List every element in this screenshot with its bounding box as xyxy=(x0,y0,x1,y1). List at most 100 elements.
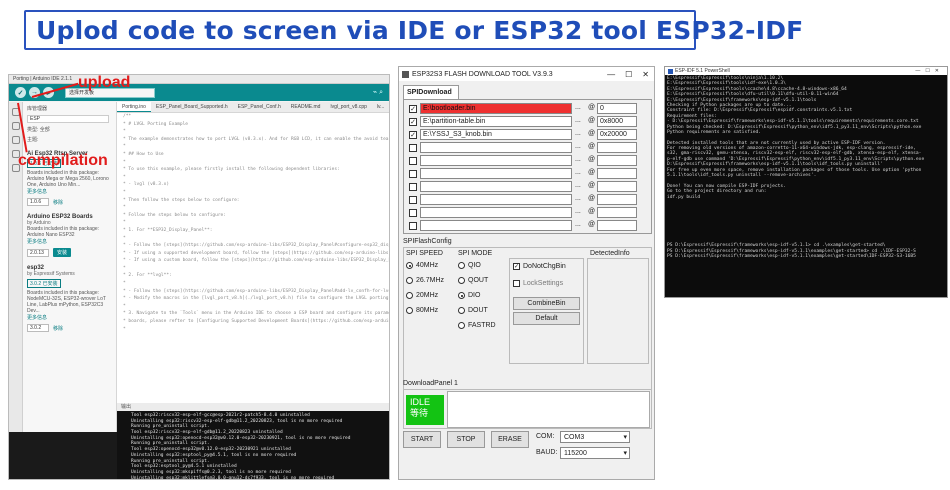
flash-address-input[interactable] xyxy=(597,168,637,179)
spi-mode-radio[interactable]: QIO xyxy=(458,262,481,269)
editor-tab[interactable]: Porting.ino xyxy=(117,102,151,112)
radio-circle[interactable] xyxy=(406,292,413,299)
spi-mode-radio[interactable]: FASTRD xyxy=(458,322,496,329)
file-path-input[interactable] xyxy=(420,168,572,179)
file-path-input[interactable] xyxy=(420,181,572,192)
do-not-chg-bin-checkbox[interactable]: ✓ DoNotChgBin xyxy=(513,263,566,270)
browse-button[interactable]: ... xyxy=(575,104,581,111)
file-enable-checkbox[interactable] xyxy=(409,144,417,152)
minimize-icon[interactable]: — xyxy=(607,70,615,79)
radio-circle[interactable] xyxy=(406,277,413,284)
browse-button[interactable]: ... xyxy=(575,130,581,137)
library-more-info-link[interactable]: 更多信息 xyxy=(27,314,112,321)
library-install-button[interactable]: 安装 xyxy=(53,248,72,257)
default-button[interactable]: Default xyxy=(513,312,580,325)
spi-mode-radio[interactable]: QOUT xyxy=(458,277,488,284)
library-version-select[interactable]: 1.0.6 xyxy=(27,198,49,206)
spi-mode-radio[interactable]: DOUT xyxy=(458,307,488,314)
file-path-input[interactable]: E:\bootloader.bin xyxy=(420,103,572,114)
verify-button[interactable]: ✓ xyxy=(15,87,26,98)
library-remove-button[interactable]: 移除 xyxy=(53,199,63,206)
browse-button[interactable]: ... xyxy=(575,156,581,163)
file-enable-checkbox[interactable] xyxy=(409,196,417,204)
radio-circle[interactable] xyxy=(458,277,465,284)
powershell-output[interactable]: E:\Espressif\Espressif\tools\ninja\1.10.… xyxy=(665,75,947,259)
stop-button[interactable]: STOP xyxy=(447,431,485,448)
spi-speed-radio[interactable]: 80MHz xyxy=(406,307,438,314)
file-enable-checkbox[interactable]: ✓ xyxy=(409,118,417,126)
flash-address-input[interactable]: 0 xyxy=(597,103,637,114)
lock-settings-checkbox[interactable]: LockSettings xyxy=(513,280,563,287)
checkbox-box[interactable] xyxy=(513,280,520,287)
library-manager-icon[interactable] xyxy=(11,136,20,144)
spi-speed-radio[interactable]: 40MHz xyxy=(406,262,438,269)
radio-circle[interactable] xyxy=(458,292,465,299)
library-filter-type[interactable]: 类型: 全部 xyxy=(27,126,112,133)
maximize-icon[interactable]: ☐ xyxy=(625,70,632,79)
file-enable-checkbox[interactable]: ✓ xyxy=(409,105,417,113)
file-path-input[interactable]: E:\partition-table.bin xyxy=(420,116,572,127)
combine-bin-button[interactable]: CombineBin xyxy=(513,297,580,310)
file-enable-checkbox[interactable]: ✓ xyxy=(409,131,417,139)
flash-address-input[interactable]: 0x8000 xyxy=(597,116,637,127)
radio-circle[interactable] xyxy=(458,322,465,329)
serial-monitor-icon[interactable]: ⌁ ⌕ xyxy=(373,88,383,97)
browse-button[interactable]: ... xyxy=(575,143,581,150)
file-path-input[interactable] xyxy=(420,142,572,153)
com-port-select[interactable]: COM3 xyxy=(560,431,630,443)
library-more-info-link[interactable]: 更多信息 xyxy=(27,238,112,245)
file-enable-checkbox[interactable] xyxy=(409,157,417,165)
editor-tab[interactable]: lvgl_port_v8.cpp xyxy=(325,102,371,112)
code-editor[interactable]: /** * # LVGL Porting Example * * The exa… xyxy=(117,113,389,403)
file-path-input[interactable] xyxy=(420,155,572,166)
flash-address-input[interactable]: 0x20000 xyxy=(597,129,637,140)
file-enable-checkbox[interactable] xyxy=(409,209,417,217)
spi-speed-radio[interactable]: 26.7MHz xyxy=(406,277,444,284)
file-enable-checkbox[interactable] xyxy=(409,183,417,191)
erase-button[interactable]: ERASE xyxy=(491,431,529,448)
browse-button[interactable]: ... xyxy=(575,221,581,228)
code-line: * The example demonstrates how to port L… xyxy=(123,136,389,142)
browse-button[interactable]: ... xyxy=(575,182,581,189)
browse-button[interactable]: ... xyxy=(575,208,581,215)
library-description: Boards included in this package: NodeMCU… xyxy=(27,290,106,314)
editor-tab[interactable]: ESP_Panel_Conf.h xyxy=(233,102,286,112)
baud-rate-select[interactable]: 115200 xyxy=(560,447,630,459)
close-icon[interactable]: ✕ xyxy=(642,70,649,79)
editor-tab[interactable]: README.md xyxy=(286,102,326,112)
flash-address-input[interactable] xyxy=(597,181,637,192)
radio-circle[interactable] xyxy=(458,307,465,314)
browse-button[interactable]: ... xyxy=(575,169,581,176)
flash-address-input[interactable] xyxy=(597,220,637,231)
radio-circle[interactable] xyxy=(406,307,413,314)
tab-spidownload[interactable]: SPIDownload xyxy=(403,85,459,99)
flash-address-input[interactable] xyxy=(597,194,637,205)
editor-tab[interactable]: lv... xyxy=(372,102,389,112)
library-version-select[interactable]: 2.0.13 xyxy=(27,248,49,257)
radio-circle[interactable] xyxy=(406,262,413,269)
checkbox-box[interactable]: ✓ xyxy=(513,263,520,270)
start-button[interactable]: START xyxy=(403,431,441,448)
library-search-input[interactable]: ESP xyxy=(27,115,109,123)
browse-button[interactable]: ... xyxy=(575,117,581,124)
boards-manager-icon[interactable] xyxy=(11,122,20,130)
window-controls[interactable]: —☐✕ xyxy=(915,68,947,74)
spi-speed-radio[interactable]: 20MHz xyxy=(406,292,438,299)
file-path-input[interactable]: E:\YSSJ_S3_knob.bin xyxy=(420,129,572,140)
radio-circle[interactable] xyxy=(458,262,465,269)
editor-tab[interactable]: ESP_Panel_Board_Supported.h xyxy=(151,102,233,112)
flash-address-input[interactable] xyxy=(597,155,637,166)
library-version-select[interactable]: 3.0.2 xyxy=(27,324,49,332)
library-remove-button[interactable]: 移除 xyxy=(53,325,63,332)
spi-mode-radio[interactable]: DIO xyxy=(458,292,480,299)
file-enable-checkbox[interactable] xyxy=(409,222,417,230)
file-path-input[interactable] xyxy=(420,207,572,218)
flash-address-input[interactable] xyxy=(597,207,637,218)
file-path-input[interactable] xyxy=(420,220,572,231)
library-more-info-link[interactable]: 更多信息 xyxy=(27,188,112,195)
file-enable-checkbox[interactable] xyxy=(409,170,417,178)
library-filter-topic[interactable]: 主题: xyxy=(27,136,112,143)
file-path-input[interactable] xyxy=(420,194,572,205)
flash-address-input[interactable] xyxy=(597,142,637,153)
browse-button[interactable]: ... xyxy=(575,195,581,202)
